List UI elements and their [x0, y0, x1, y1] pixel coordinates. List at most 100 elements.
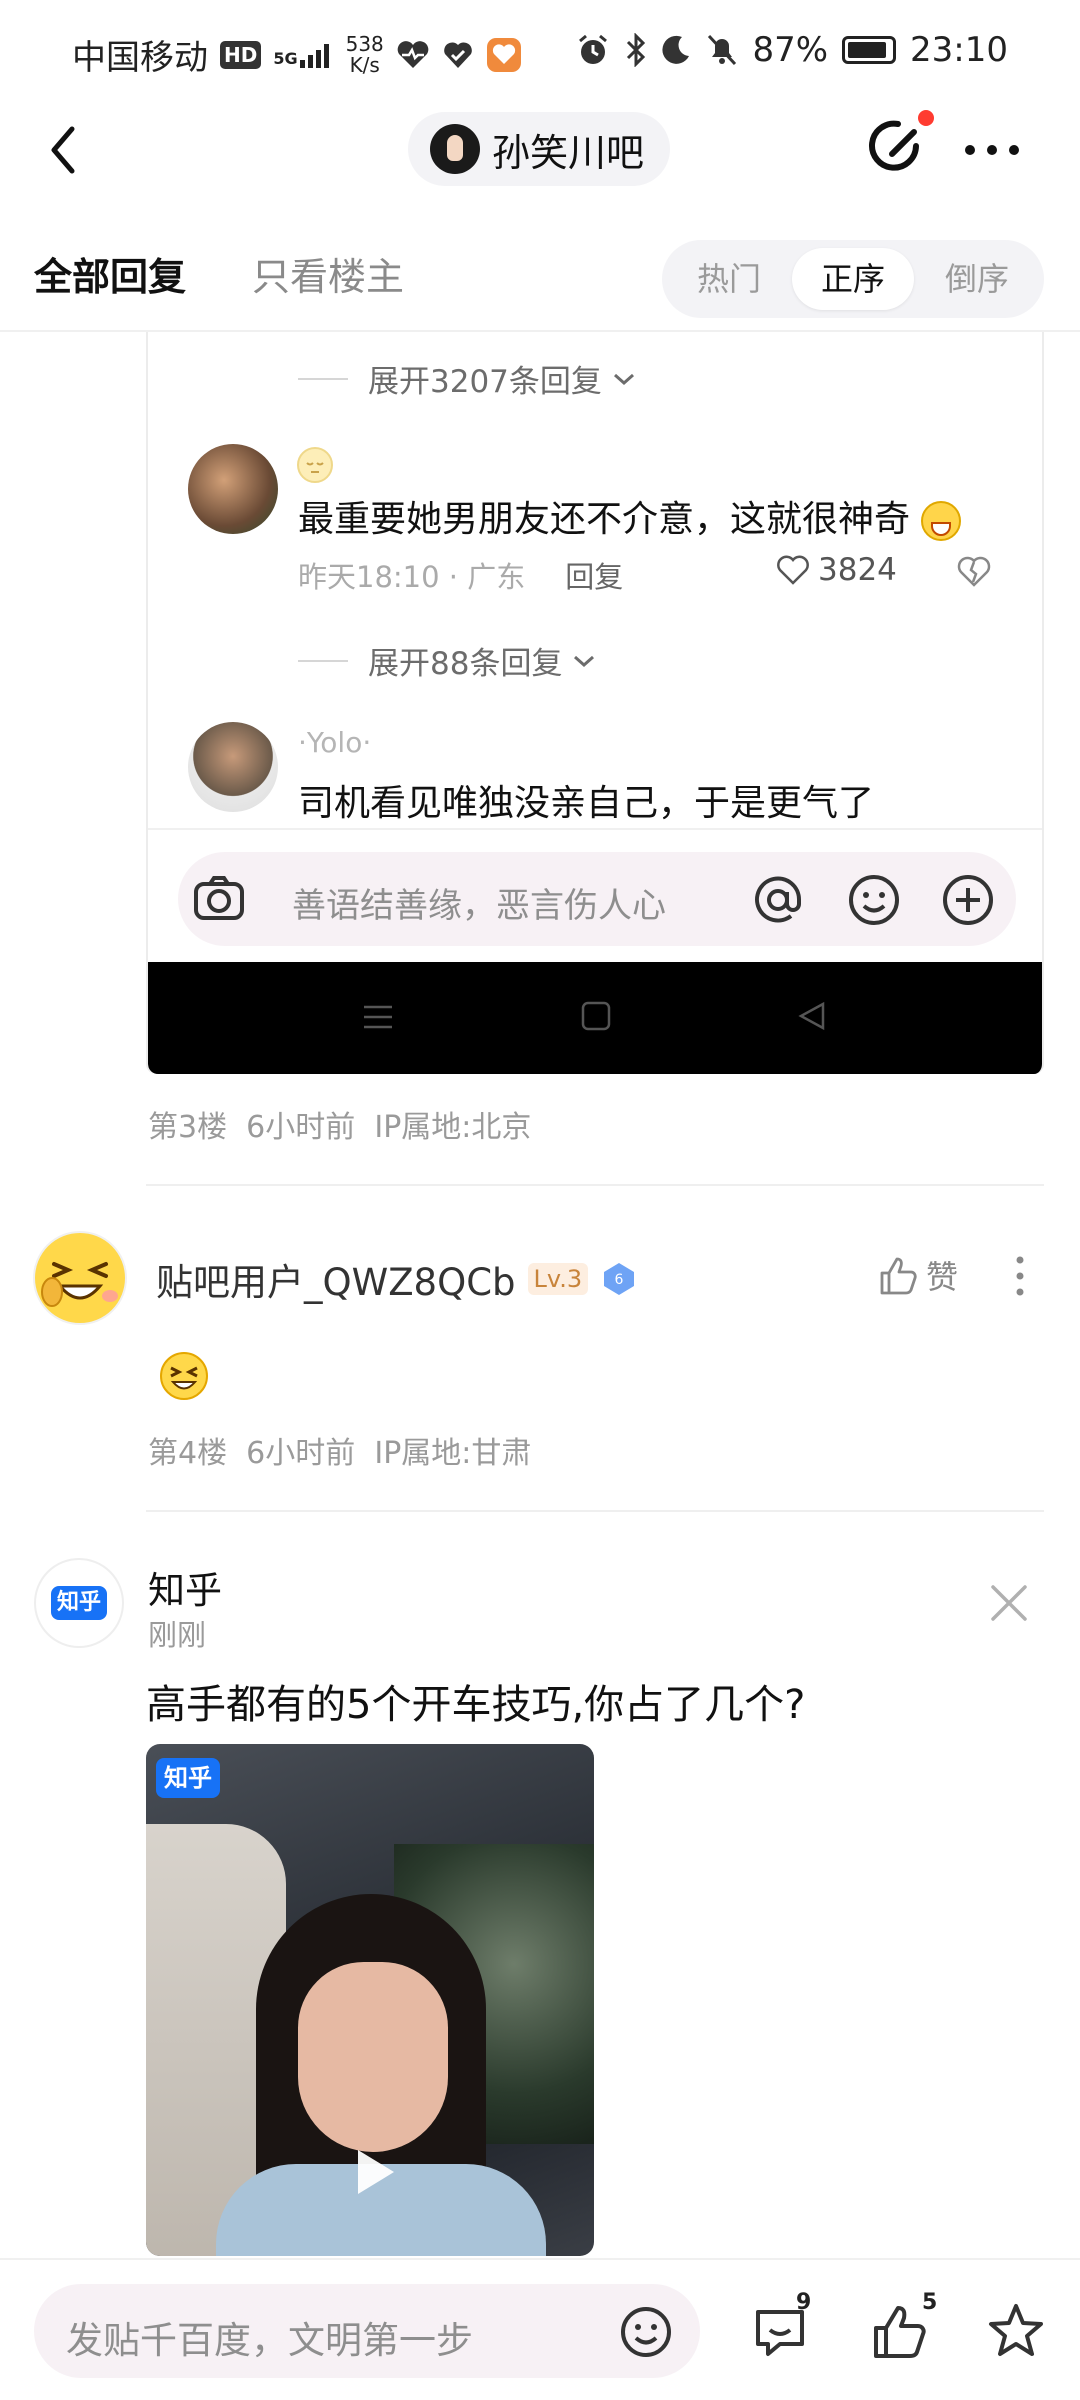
home-icon	[581, 1001, 611, 1031]
status-right: 87% 23:10	[576, 30, 1008, 70]
system-nav-bar	[148, 962, 1042, 1074]
level-badge: Lv.3	[527, 1263, 589, 1295]
close-icon[interactable]	[986, 1580, 1032, 1626]
plus-icon[interactable]	[940, 872, 996, 928]
clock: 23:10	[910, 30, 1008, 70]
floor-meta: 第3楼 6小时前 IP属地:北京	[148, 1102, 531, 1146]
expand-label: 展开3207条回复	[368, 364, 602, 400]
hd-badge: HD	[220, 40, 262, 69]
like-button[interactable]: 赞	[876, 1252, 958, 1298]
back-triangle-icon	[798, 1001, 825, 1031]
reply-input-placeholder: 善语结善缘，恶言伤人心	[292, 886, 666, 926]
mute-bell-icon	[708, 34, 737, 66]
zhihu-watermark: 知乎	[156, 1758, 220, 1798]
diamond-level: 6	[615, 1272, 624, 1288]
net-speed: 538 K/s	[345, 31, 384, 77]
ad-time: 刚刚	[148, 1618, 207, 1652]
notification-dot	[918, 110, 934, 126]
speed-value: 538	[345, 31, 384, 56]
forum-name: 孙笑川吧	[492, 130, 645, 175]
more-icon[interactable]	[960, 125, 1024, 175]
bluetooth-icon	[627, 33, 646, 67]
like-label: 赞	[926, 1258, 959, 1296]
status-bar: 中国移动 HD 5G 538 K/s 87% 23:10	[0, 0, 1080, 100]
thumbs-up-icon	[880, 1257, 917, 1295]
ad-video-thumbnail[interactable]: 知乎	[146, 1744, 594, 2256]
avatar[interactable]	[32, 1230, 128, 1326]
comment-count: 9	[796, 2290, 812, 2315]
reply-input[interactable]: 善语结善缘，恶言伤人心	[178, 852, 1016, 946]
forum-pill[interactable]: 孙笑川吧	[408, 112, 670, 186]
chevron-down-icon	[574, 655, 595, 667]
status-left: 中国移动 HD 5G 538 K/s	[72, 30, 522, 79]
sort-hot[interactable]: 热门	[668, 248, 790, 310]
tab-op-only[interactable]: 只看楼主	[252, 246, 404, 301]
reply-input-bar: 善语结善缘，恶言伤人心	[148, 828, 1042, 958]
ad-source-name[interactable]: 知乎	[148, 1560, 222, 1614]
ip-location: IP属地:北京	[374, 1110, 532, 1145]
floor-number: 第3楼	[148, 1110, 228, 1145]
sort-segmented-control: 热门 正序 倒序	[662, 240, 1044, 318]
heart-icon	[777, 555, 809, 585]
back-arrow-icon[interactable]	[40, 115, 90, 185]
moon-icon	[662, 35, 690, 64]
dislike-icon[interactable]	[956, 554, 992, 588]
app-notify-icon	[486, 37, 521, 72]
ip-location: IP属地:甘肃	[374, 1436, 532, 1471]
expand-replies-2: 展开88条回复	[298, 638, 596, 683]
star-icon[interactable]	[984, 2300, 1048, 2364]
floor-number: 第4楼	[148, 1436, 228, 1471]
emoji-icon[interactable]	[618, 2304, 674, 2360]
avatar	[188, 722, 278, 812]
heart-check-icon	[443, 42, 472, 68]
more-vertical-icon[interactable]	[1010, 1254, 1030, 1298]
reply-button[interactable]: 回复	[565, 554, 623, 596]
laugh-emoji-icon	[160, 1352, 208, 1400]
like-button[interactable]: 3824	[776, 552, 897, 588]
speed-unit: K/s	[349, 52, 380, 77]
battery-icon	[842, 36, 897, 64]
like-count: 5	[922, 2290, 938, 2315]
heartbeat-icon	[397, 40, 429, 68]
comment-username: ·Yolo·	[298, 726, 372, 759]
grin-emoji-icon	[921, 501, 962, 541]
avatar	[188, 444, 278, 534]
username[interactable]: 贴吧用户_QWZ8QCb	[156, 1252, 516, 1306]
carrier-label: 中国移动	[72, 38, 208, 78]
comment-text: 最重要她男朋友还不介意，这就很神奇	[298, 490, 962, 542]
divider	[146, 1510, 1044, 1512]
zhihu-logo: 知乎	[50, 1586, 107, 1620]
expand-line	[298, 659, 348, 662]
comment-text-content: 最重要她男朋友还不介意，这就很神奇	[298, 499, 911, 540]
alarm-icon	[579, 34, 608, 64]
expand-line	[298, 377, 348, 380]
post-time: 6小时前	[246, 1110, 356, 1145]
post-author[interactable]: 贴吧用户_QWZ8QCb Lv.3 6	[156, 1252, 638, 1306]
play-icon[interactable]	[342, 2142, 402, 2202]
expand-replies-1: 展开3207条回复	[298, 356, 636, 401]
signal-icon: 5G	[273, 42, 333, 68]
like-count: 3824	[818, 552, 897, 588]
comment-time-location: 昨天18:10 · 广东	[298, 560, 526, 594]
post-reply-input[interactable]: 发贴千百度，文明第一步	[34, 2284, 700, 2378]
embedded-screenshot[interactable]: 展开3207条回复 最重要她男朋友还不介意，这就很神奇 昨天18:10 · 广东…	[146, 332, 1044, 1074]
sort-descending[interactable]: 倒序	[916, 248, 1038, 310]
signal-label: 5G	[273, 48, 298, 68]
at-icon[interactable]	[750, 872, 806, 928]
comment-text: 司机看见唯独没亲自己，于是更气了	[298, 783, 875, 824]
comment-meta: 昨天18:10 · 广东 回复	[298, 554, 623, 596]
ad-avatar[interactable]: 知乎	[34, 1558, 124, 1648]
floor-meta: 第4楼 6小时前 IP属地:甘肃	[148, 1428, 531, 1472]
expand-label: 展开88条回复	[368, 646, 563, 682]
person-face	[298, 1962, 448, 2152]
post-reply-placeholder: 发贴千百度，文明第一步	[66, 2319, 473, 2362]
emoji-icon[interactable]	[846, 872, 902, 928]
forum-avatar	[430, 124, 480, 174]
ad-title[interactable]: 高手都有的5个开车技巧,你占了几个?	[146, 1672, 805, 1730]
menu-icon	[364, 1005, 392, 1029]
camera-icon[interactable]	[192, 874, 246, 924]
battery-percent: 87%	[752, 30, 829, 70]
post-time: 6小时前	[246, 1436, 356, 1471]
sort-ascending[interactable]: 正序	[792, 248, 914, 310]
tab-all-replies[interactable]: 全部回复	[34, 246, 186, 301]
